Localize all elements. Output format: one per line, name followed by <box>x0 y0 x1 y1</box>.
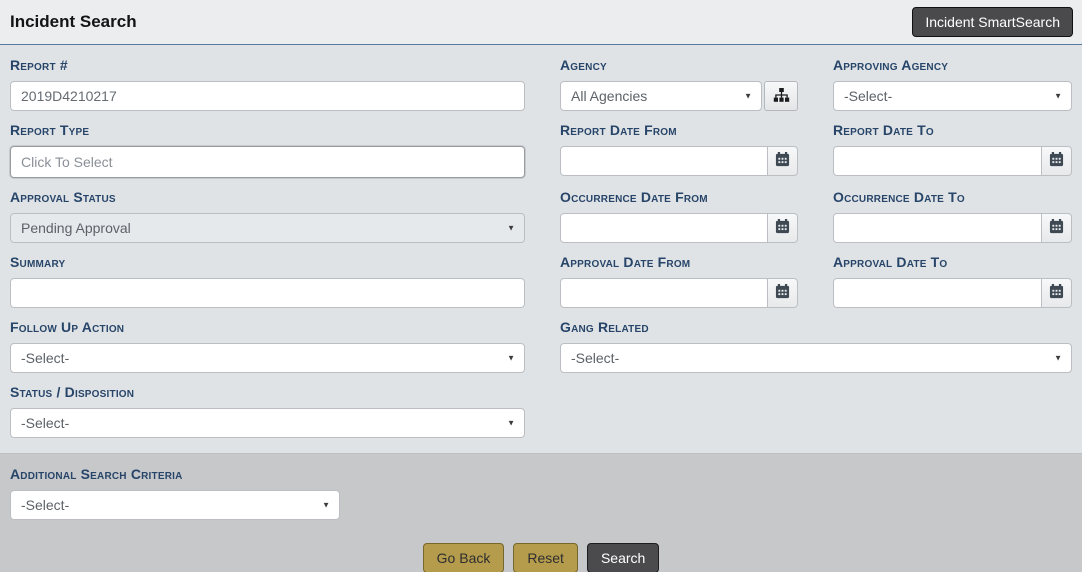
approval-date-to-calendar-button[interactable] <box>1042 278 1072 308</box>
field-status-disposition: Status / Disposition -Select- ▼ <box>10 384 525 438</box>
field-approval-status: Approval Status Pending Approval ▼ <box>10 189 525 243</box>
field-report-type: Report Type <box>10 122 525 178</box>
search-form: Report # Agency All Agencies ▼ <box>0 45 1082 453</box>
follow-up-action-label: Follow Up Action <box>10 319 525 335</box>
summary-input[interactable] <box>10 278 525 308</box>
incident-smartsearch-button[interactable]: Incident SmartSearch <box>912 7 1073 37</box>
field-report-date-to: Report Date To <box>833 122 1072 178</box>
approving-agency-select-value: -Select- <box>844 88 892 104</box>
field-occurrence-date-from: Occurrence Date From <box>560 189 798 243</box>
additional-search-criteria-select[interactable]: -Select- ▼ <box>10 490 340 520</box>
reset-button[interactable]: Reset <box>513 543 578 572</box>
agency-select-value: All Agencies <box>571 88 647 104</box>
agency-label: Agency <box>560 57 798 73</box>
sitemap-icon <box>773 87 790 106</box>
field-additional-search-criteria: Additional Search Criteria -Select- ▼ <box>10 466 1072 520</box>
field-approval-date-to: Approval Date To <box>833 254 1072 308</box>
field-report-number: Report # <box>10 57 525 111</box>
agency-select[interactable]: All Agencies ▼ <box>560 81 762 111</box>
search-button[interactable]: Search <box>587 543 659 572</box>
report-date-to-calendar-button[interactable] <box>1042 146 1072 176</box>
follow-up-action-select-value: -Select- <box>21 350 69 366</box>
approval-status-select[interactable]: Pending Approval ▼ <box>10 213 525 243</box>
page-title: Incident Search <box>10 12 137 32</box>
report-date-to-label: Report Date To <box>833 122 1072 138</box>
calendar-icon <box>775 284 790 302</box>
status-disposition-select-value: -Select- <box>21 415 69 431</box>
status-disposition-label: Status / Disposition <box>10 384 525 400</box>
approval-date-to-label: Approval Date To <box>833 254 1072 270</box>
calendar-icon <box>775 152 790 170</box>
occurrence-date-from-input[interactable] <box>560 213 768 243</box>
field-approving-agency: Approving Agency -Select- ▼ <box>833 57 1072 111</box>
approval-status-label: Approval Status <box>10 189 525 205</box>
additional-criteria-section: Additional Search Criteria -Select- ▼ Go… <box>0 453 1082 572</box>
agency-hierarchy-button[interactable] <box>764 81 798 111</box>
page-header: Incident Search Incident SmartSearch <box>0 0 1082 45</box>
calendar-icon <box>1049 152 1064 170</box>
gang-related-select-value: -Select- <box>571 350 619 366</box>
calendar-icon <box>1049 284 1064 302</box>
approval-date-from-calendar-button[interactable] <box>768 278 798 308</box>
report-number-label: Report # <box>10 57 525 73</box>
additional-search-criteria-select-value: -Select- <box>21 497 69 513</box>
chevron-down-icon: ▼ <box>507 354 515 363</box>
chevron-down-icon: ▼ <box>1054 92 1062 101</box>
field-gang-related: Gang Related -Select- ▼ <box>560 319 1072 373</box>
approval-date-to-input[interactable] <box>833 278 1042 308</box>
occurrence-date-from-label: Occurrence Date From <box>560 189 798 205</box>
approving-agency-label: Approving Agency <box>833 57 1072 73</box>
approval-status-select-value: Pending Approval <box>21 220 131 236</box>
approval-date-from-input[interactable] <box>560 278 768 308</box>
chevron-down-icon: ▼ <box>507 224 515 233</box>
calendar-icon <box>1049 219 1064 237</box>
summary-label: Summary <box>10 254 525 270</box>
chevron-down-icon: ▼ <box>322 501 330 510</box>
action-buttons: Go Back Reset Search <box>10 543 1072 572</box>
occurrence-date-from-calendar-button[interactable] <box>768 213 798 243</box>
report-type-input[interactable] <box>10 146 525 178</box>
field-agency: Agency All Agencies ▼ <box>560 57 798 111</box>
report-date-from-calendar-button[interactable] <box>768 146 798 176</box>
go-back-button[interactable]: Go Back <box>423 543 505 572</box>
approval-date-from-label: Approval Date From <box>560 254 798 270</box>
status-disposition-select[interactable]: -Select- ▼ <box>10 408 525 438</box>
report-number-input[interactable] <box>10 81 525 111</box>
gang-related-label: Gang Related <box>560 319 1072 335</box>
gang-related-select[interactable]: -Select- ▼ <box>560 343 1072 373</box>
approving-agency-select[interactable]: -Select- ▼ <box>833 81 1072 111</box>
field-summary: Summary <box>10 254 525 308</box>
field-approval-date-from: Approval Date From <box>560 254 798 308</box>
field-report-date-from: Report Date From <box>560 122 798 178</box>
additional-search-criteria-label: Additional Search Criteria <box>10 466 1072 482</box>
occurrence-date-to-label: Occurrence Date To <box>833 189 1072 205</box>
report-date-to-input[interactable] <box>833 146 1042 176</box>
chevron-down-icon: ▼ <box>744 92 752 101</box>
follow-up-action-select[interactable]: -Select- ▼ <box>10 343 525 373</box>
chevron-down-icon: ▼ <box>507 419 515 428</box>
field-occurrence-date-to: Occurrence Date To <box>833 189 1072 243</box>
field-follow-up-action: Follow Up Action -Select- ▼ <box>10 319 525 373</box>
report-type-label: Report Type <box>10 122 525 138</box>
occurrence-date-to-input[interactable] <box>833 213 1042 243</box>
calendar-icon <box>775 219 790 237</box>
report-date-from-input[interactable] <box>560 146 768 176</box>
chevron-down-icon: ▼ <box>1054 354 1062 363</box>
report-date-from-label: Report Date From <box>560 122 798 138</box>
occurrence-date-to-calendar-button[interactable] <box>1042 213 1072 243</box>
